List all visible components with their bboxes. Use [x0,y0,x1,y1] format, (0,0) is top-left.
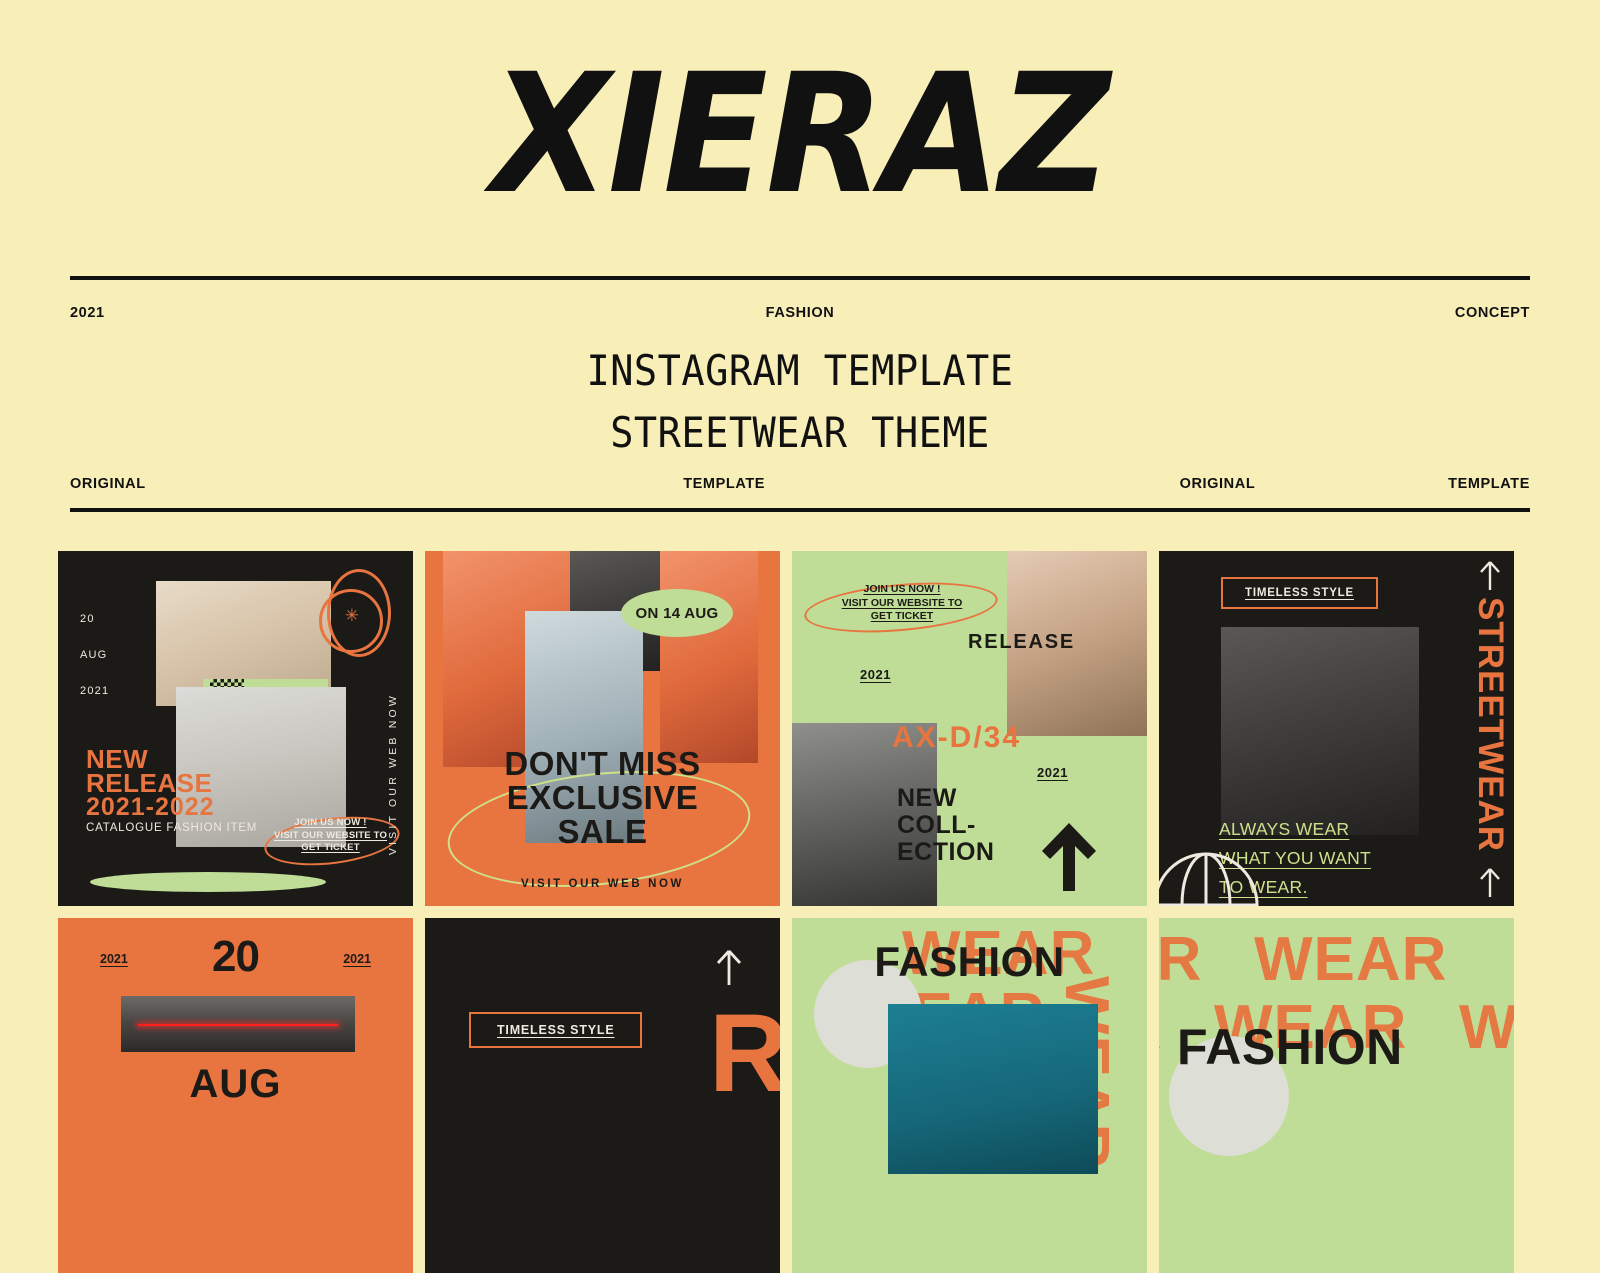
card1-headline-line3: 2021-2022 [86,793,215,821]
arrow-up-icon [1038,821,1100,893]
card2-headline: DON'T MISS EXCLUSIVE SALE [425,747,780,849]
card1-cta-line3: GET TICKET [301,842,360,853]
meta-template-2: TEMPLATE [1448,476,1530,492]
arrow-up-icon-top [1478,561,1502,591]
card-exclusive-sale[interactable]: ON 14 AUG DON'T MISS EXCLUSIVE SALE VISI… [425,551,780,906]
card8-title: FASHION [1177,1019,1403,1075]
meta-year: 2021 [70,305,105,321]
card1-headline-line2: RELEASE [86,768,213,798]
divider-top [70,276,1530,280]
card1-cta-line1: JOIN US NOW ! [294,817,367,828]
card2-date-badge: ON 14 AUG [621,589,733,637]
card1-year: 2021 [80,685,110,697]
card7-photo [888,1004,1098,1174]
card4-quote-line1: ALWAYS WEAR [1219,819,1350,839]
meta-original-1: ORIGINAL [70,476,146,492]
pattern-word: WEAR [1254,925,1448,994]
template-grid: 20 AUG 2021 ✳ NEW RELEASE 2021-2022 CATA… [58,551,1514,1273]
subtitle-line-1: INSTAGRAM TEMPLATE [586,346,1014,395]
arrow-up-icon [715,950,743,986]
card3-cta-line3: GET TICKET [870,610,934,622]
card3-year-bottom: 2021 [1037,765,1068,780]
card4-tag[interactable]: TIMELESS STYLE [1221,577,1378,609]
card2-headline-line1: DON'T MISS [504,745,701,782]
card3-product-code: AX-D/34 [892,721,1022,754]
card5-day: 20 [212,932,260,981]
card4-vertical-label: STREETWEAR [1471,597,1510,852]
pattern-word: WEAR [1159,992,1162,1063]
card1-headline: NEW RELEASE 2021-2022 [86,746,215,821]
card1-vertical-label: VISIT OUR WEB NOW [387,693,399,856]
globe-icon [1159,850,1261,906]
card1-green-pill [90,872,326,892]
card3-cta-line1: JOIN US NOW ! [863,583,941,595]
divider-bottom [70,508,1530,512]
card6-tag-label: TIMELESS STYLE [497,1023,615,1037]
card1-cta-line2: VISIT OUR WEBSITE TO [273,829,388,841]
card3-headline: NEW COLL- ECTION [897,785,994,866]
meta-category: FASHION [765,305,835,321]
card-timeless-style[interactable]: TIMELESS STYLE ALWAYS WEAR WHAT YOU WANT… [1159,551,1514,906]
arrow-up-icon-bottom [1478,868,1502,898]
card-fashion-wear-2[interactable]: WEAR WEAR WEAR WEAR WEAR FASHION [1159,918,1514,1273]
card-new-release[interactable]: 20 AUG 2021 ✳ NEW RELEASE 2021-2022 CATA… [58,551,413,906]
card4-tag-label: TIMELESS STYLE [1245,587,1354,599]
card4-photo [1221,627,1419,835]
card7-title: FASHION [874,938,1065,985]
card2-headline-line3: SALE [557,813,648,850]
card3-headline-line2: COLL- [897,811,976,839]
meta-template-1: TEMPLATE [683,476,766,492]
card6-tag[interactable]: TIMELESS STYLE [469,1012,643,1048]
card3-cta-line2: VISIT OUR WEBSITE TO [841,596,963,609]
card2-headline-line2: EXCLUSIVE [506,779,699,816]
card3-headline-line3: ECTION [897,838,995,866]
card1-day: 20 [80,613,95,625]
asterisk-icon: ✳ [344,606,359,625]
card-20-aug[interactable]: 2021 2021 20 AUG [58,918,413,1273]
meta-row-top: 2021 FASHION CONCEPT [70,305,1530,321]
card3-cta[interactable]: JOIN US NOW ! VISIT OUR WEBSITE TO GET T… [812,583,992,624]
card1-cta[interactable]: JOIN US NOW ! VISIT OUR WEBSITE TO GET T… [273,817,388,855]
card3-year-top: 2021 [860,667,891,682]
card1-caption: CATALOGUE FASHION ITEM [86,822,258,834]
card5-laser-line [138,1024,338,1026]
card5-month: AUG [189,1062,282,1106]
meta-original-2: ORIGINAL [1179,476,1256,492]
meta-row-bottom: ORIGINAL TEMPLATE ORIGINAL TEMPLATE [70,476,1530,492]
card2-photo-right [660,551,758,763]
card1-month: AUG [80,649,108,661]
card6-big-letter: R [709,992,780,1115]
card3-release-label: RELEASE [968,631,1076,653]
card3-headline-line1: NEW [897,784,957,812]
card-fashion-wear[interactable]: WEAR WEAR WEAR WEAR FASHION [792,918,1147,1273]
card-timeless-style-2[interactable]: TIMELESS STYLE R [425,918,780,1273]
pattern-word: WEAR [1459,993,1514,1062]
pattern-word: WEAR [1159,925,1203,994]
card-new-collection[interactable]: JOIN US NOW ! VISIT OUR WEBSITE TO GET T… [792,551,1147,906]
subtitle-line-2: STREETWEAR THEME [610,408,990,457]
page-title: XIERAZ [491,38,1110,230]
poster-page: XIERAZ 2021 FASHION CONCEPT INSTAGRAM TE… [0,0,1600,1273]
meta-concept: CONCEPT [1454,305,1530,321]
card2-footer: VISIT OUR WEB NOW [520,878,685,890]
